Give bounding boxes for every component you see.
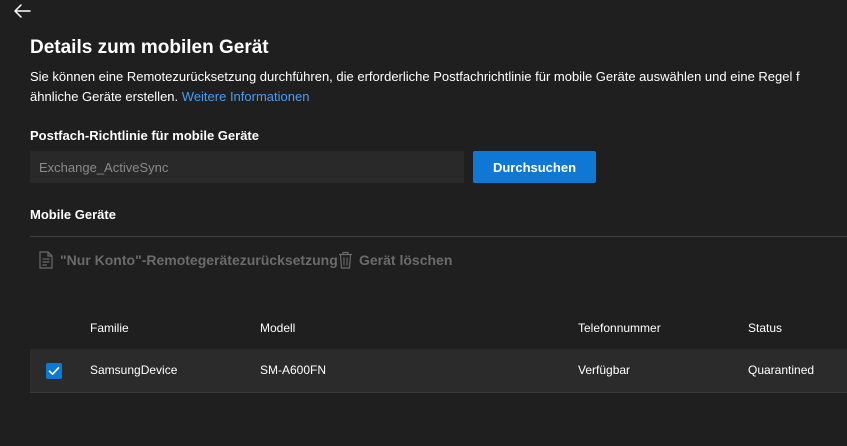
account-only-remote-reset-button[interactable]: "Nur Konto"-Remotegerätezurücksetzung xyxy=(38,250,338,270)
section-divider xyxy=(30,236,847,237)
column-header-status[interactable]: Status xyxy=(748,321,782,335)
policy-label: Postfach-Richtlinie für mobile Geräte xyxy=(30,128,259,143)
reset-label: "Nur Konto"-Remotegerätezurücksetzung xyxy=(60,252,338,268)
cell-status: Quarantined xyxy=(748,363,815,377)
delete-device-button[interactable]: Gerät löschen xyxy=(338,250,452,270)
checkmark-icon xyxy=(48,367,60,375)
back-button[interactable] xyxy=(10,0,34,22)
description-line-2: ähnliche Geräte erstellen. xyxy=(30,89,179,104)
description-line-1: Sie können eine Remotezurücksetzung durc… xyxy=(30,69,800,84)
row-checkbox[interactable] xyxy=(46,363,62,379)
delete-label: Gerät löschen xyxy=(359,252,453,268)
column-header-family[interactable]: Familie xyxy=(90,321,129,335)
page-description: Sie können eine Remotezurücksetzung durc… xyxy=(30,67,847,107)
devices-section-label: Mobile Geräte xyxy=(30,207,116,222)
cell-model: SM-A600FN xyxy=(260,363,327,377)
more-info-link[interactable]: Weitere Informationen xyxy=(182,89,310,104)
page-title: Details zum mobilen Gerät xyxy=(30,37,269,58)
document-reset-icon xyxy=(39,251,53,269)
cell-phone: Verfügbar xyxy=(578,363,631,377)
cell-family: SamsungDevice xyxy=(90,363,178,377)
policy-input[interactable] xyxy=(30,151,464,183)
browse-button[interactable]: Durchsuchen xyxy=(473,151,596,183)
trash-icon xyxy=(339,251,352,269)
table-row[interactable]: SamsungDevice SM-A600FN Verfügbar Quaran… xyxy=(30,349,847,393)
column-header-phone[interactable]: Telefonnummer xyxy=(578,321,661,335)
column-header-model[interactable]: Modell xyxy=(260,321,295,335)
back-arrow-icon xyxy=(14,4,31,18)
mobile-device-details-panel: Details zum mobilen Gerät Sie können ein… xyxy=(0,0,847,446)
